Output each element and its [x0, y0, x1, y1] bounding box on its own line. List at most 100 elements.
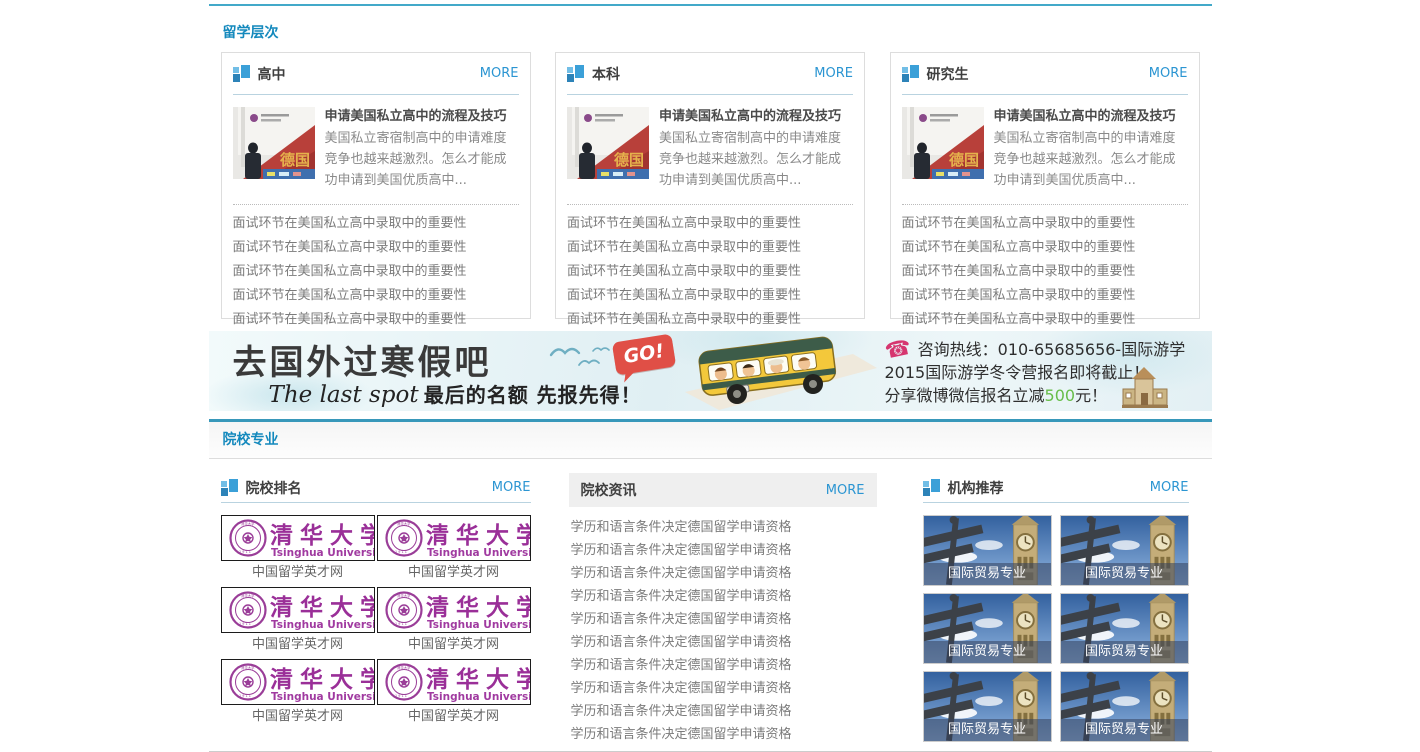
news-link[interactable]: 学历和语言条件决定德国留学申请资格	[571, 539, 877, 562]
featured-text: 申请美国私立高中的流程及技巧 美国私立寄宿制高中的申请难度竞争也越来越激烈。怎么…	[659, 107, 853, 191]
article-link[interactable]: 面试环节在美国私立高中录取中的重要性	[902, 260, 1188, 284]
article-link[interactable]: 面试环节在美国私立高中录取中的重要性	[233, 236, 519, 260]
svg-text:Tsinghua University: Tsinghua University	[427, 547, 530, 559]
news-link[interactable]: 学历和语言条件决定德国留学申请资格	[571, 677, 877, 700]
org-photo-item[interactable]: 国际贸易专业	[1060, 593, 1189, 664]
featured-text: 申请美国私立高中的流程及技巧 美国私立寄宿制高中的申请难度竞争也越来越激烈。怎么…	[994, 107, 1188, 191]
card-title: 研究生	[927, 64, 1149, 84]
featured-text: 申请美国私立高中的流程及技巧 美国私立寄宿制高中的申请难度竞争也越来越激烈。怎么…	[325, 107, 519, 191]
photo-caption: 国际贸易专业	[924, 563, 1051, 585]
school-building-icon	[1114, 365, 1176, 411]
org-photo-item[interactable]: 国际贸易专业	[1060, 671, 1189, 742]
org-photo-item[interactable]: 国际贸易专业	[1060, 515, 1189, 586]
article-link[interactable]: 面试环节在美国私立高中录取中的重要性	[567, 308, 853, 332]
tsinghua-logo: 清华大学 Tsinghua University	[377, 659, 531, 705]
news-link[interactable]: 学历和语言条件决定德国留学申请资格	[571, 723, 877, 746]
news-link[interactable]: 学历和语言条件决定德国留学申请资格	[571, 585, 877, 608]
org-photo-item[interactable]: 国际贸易专业	[923, 515, 1052, 586]
birds-icon	[549, 343, 611, 373]
winter-camp-banner[interactable]: 去国外过寒假吧 The last spot 最后的名额 先报先得！ GO! ☎ …	[209, 331, 1212, 411]
article-thumbnail	[902, 107, 984, 179]
logo-caption: 中国留学英才网	[221, 561, 375, 584]
logo-caption: 中国留学英才网	[221, 705, 375, 728]
more-link[interactable]: MORE	[1150, 480, 1189, 495]
page: 留学层次 高中 MORE 申请美国私立高中的流程及技巧 美国私立寄宿制高中的申请…	[209, 0, 1212, 752]
card-graduate: 研究生 MORE 申请美国私立高中的流程及技巧 美国私立寄宿制高中的申请难度竞争…	[890, 52, 1200, 319]
grid-squares-icon	[221, 479, 238, 496]
school-logo-item[interactable]: 清华大学 Tsinghua University 中国留学英才网	[377, 587, 531, 656]
school-logo-item[interactable]: 清华大学 Tsinghua University 中国留学英才网	[221, 659, 375, 728]
banner-hotline-row: ☎ 咨询热线：010-65685656-国际游学	[885, 338, 1207, 361]
logo-caption: 中国留学英才网	[377, 561, 531, 584]
column-header: 机构推荐 MORE	[923, 473, 1189, 503]
article-link-list: 面试环节在美国私立高中录取中的重要性面试环节在美国私立高中录取中的重要性面试环节…	[902, 212, 1188, 332]
tsinghua-logo: 清华大学 Tsinghua University	[377, 587, 531, 633]
logo-caption: 中国留学英才网	[377, 705, 531, 728]
school-logo-grid: 清华大学 Tsinghua University 中国留学英才网 清华大学 Ts…	[221, 515, 531, 731]
news-link[interactable]: 学历和语言条件决定德国留学申请资格	[571, 654, 877, 677]
featured-title[interactable]: 申请美国私立高中的流程及技巧	[994, 107, 1188, 126]
news-link[interactable]: 学历和语言条件决定德国留学申请资格	[571, 700, 877, 723]
svg-text:Tsinghua University: Tsinghua University	[427, 619, 530, 631]
photo-caption: 国际贸易专业	[1061, 641, 1188, 663]
column-title: 院校资讯	[581, 480, 826, 500]
school-logo-item[interactable]: 清华大学 Tsinghua University 中国留学英才网	[377, 515, 531, 584]
section-title-schools: 院校专业	[209, 422, 1212, 459]
more-link[interactable]: MORE	[1149, 66, 1188, 81]
svg-text:清华大学: 清华大学	[270, 666, 374, 693]
section-title-study-levels: 留学层次	[209, 6, 1212, 52]
article-link[interactable]: 面试环节在美国私立高中录取中的重要性	[567, 260, 853, 284]
more-link[interactable]: MORE	[826, 483, 865, 498]
featured-title[interactable]: 申请美国私立高中的流程及技巧	[659, 107, 853, 126]
featured-article[interactable]: 申请美国私立高中的流程及技巧 美国私立寄宿制高中的申请难度竞争也越来越激烈。怎么…	[233, 95, 519, 205]
article-link[interactable]: 面试环节在美国私立高中录取中的重要性	[233, 308, 519, 332]
org-photo-item[interactable]: 国际贸易专业	[923, 671, 1052, 742]
card-header: 本科 MORE	[567, 53, 853, 95]
org-photo-item[interactable]: 国际贸易专业	[923, 593, 1052, 664]
logo-caption: 中国留学英才网	[221, 633, 375, 656]
article-link[interactable]: 面试环节在美国私立高中录取中的重要性	[902, 308, 1188, 332]
news-link[interactable]: 学历和语言条件决定德国留学申请资格	[571, 562, 877, 585]
article-thumbnail	[233, 107, 315, 179]
column-school-ranking: 院校排名 MORE 清华大学 Tsinghua University	[221, 473, 531, 746]
more-link[interactable]: MORE	[492, 480, 531, 495]
featured-title[interactable]: 申请美国私立高中的流程及技巧	[325, 107, 519, 126]
schools-section: 院校专业 院校排名 MORE 清华大学 Tsinghua Un	[209, 419, 1212, 752]
article-link[interactable]: 面试环节在美国私立高中录取中的重要性	[902, 236, 1188, 260]
news-link[interactable]: 学历和语言条件决定德国留学申请资格	[571, 516, 877, 539]
featured-article[interactable]: 申请美国私立高中的流程及技巧 美国私立寄宿制高中的申请难度竞争也越来越激烈。怎么…	[902, 95, 1188, 205]
column-title: 院校排名	[246, 478, 492, 498]
svg-text:清华大学: 清华大学	[426, 522, 530, 549]
article-link[interactable]: 面试环节在美国私立高中录取中的重要性	[567, 284, 853, 308]
phone-icon: ☎	[882, 336, 912, 364]
svg-text:清华大学: 清华大学	[270, 594, 374, 621]
article-link[interactable]: 面试环节在美国私立高中录取中的重要性	[902, 284, 1188, 308]
school-logo-item[interactable]: 清华大学 Tsinghua University 中国留学英才网	[377, 659, 531, 728]
news-list: 学历和语言条件决定德国留学申请资格学历和语言条件决定德国留学申请资格学历和语言条…	[569, 516, 877, 746]
article-link[interactable]: 面试环节在美国私立高中录取中的重要性	[233, 284, 519, 308]
news-link[interactable]: 学历和语言条件决定德国留学申请资格	[571, 631, 877, 654]
photo-caption: 国际贸易专业	[924, 641, 1051, 663]
column-header: 院校资讯 MORE	[569, 473, 877, 507]
more-link[interactable]: MORE	[814, 66, 853, 81]
card-header: 研究生 MORE	[902, 53, 1188, 95]
school-logo-item[interactable]: 清华大学 Tsinghua University 中国留学英才网	[221, 587, 375, 656]
column-title: 机构推荐	[948, 478, 1150, 498]
more-link[interactable]: MORE	[480, 66, 519, 81]
article-link[interactable]: 面试环节在美国私立高中录取中的重要性	[902, 212, 1188, 236]
article-link[interactable]: 面试环节在美国私立高中录取中的重要性	[233, 260, 519, 284]
column-org-recommend: 机构推荐 MORE 国际贸易专业 国际贸易专业 国际贸易专业	[923, 473, 1189, 746]
banner-tagline: The last spot 最后的名额 先报先得！	[269, 379, 642, 408]
article-link-list: 面试环节在美国私立高中录取中的重要性面试环节在美国私立高中录取中的重要性面试环节…	[567, 212, 853, 332]
school-logo-item[interactable]: 清华大学 Tsinghua University 中国留学英才网	[221, 515, 375, 584]
featured-article[interactable]: 申请美国私立高中的流程及技巧 美国私立寄宿制高中的申请难度竞争也越来越激烈。怎么…	[567, 95, 853, 205]
banner-tagline-zh: 最后的名额 先报先得！	[424, 383, 642, 407]
photo-caption: 国际贸易专业	[1061, 563, 1188, 585]
article-link[interactable]: 面试环节在美国私立高中录取中的重要性	[567, 212, 853, 236]
grid-squares-icon	[567, 65, 584, 82]
study-levels-section: 留学层次 高中 MORE 申请美国私立高中的流程及技巧 美国私立寄宿制高中的申请…	[209, 4, 1212, 319]
article-link[interactable]: 面试环节在美国私立高中录取中的重要性	[233, 212, 519, 236]
article-link[interactable]: 面试环节在美国私立高中录取中的重要性	[567, 236, 853, 260]
news-link[interactable]: 学历和语言条件决定德国留学申请资格	[571, 608, 877, 631]
column-header: 院校排名 MORE	[221, 473, 531, 503]
